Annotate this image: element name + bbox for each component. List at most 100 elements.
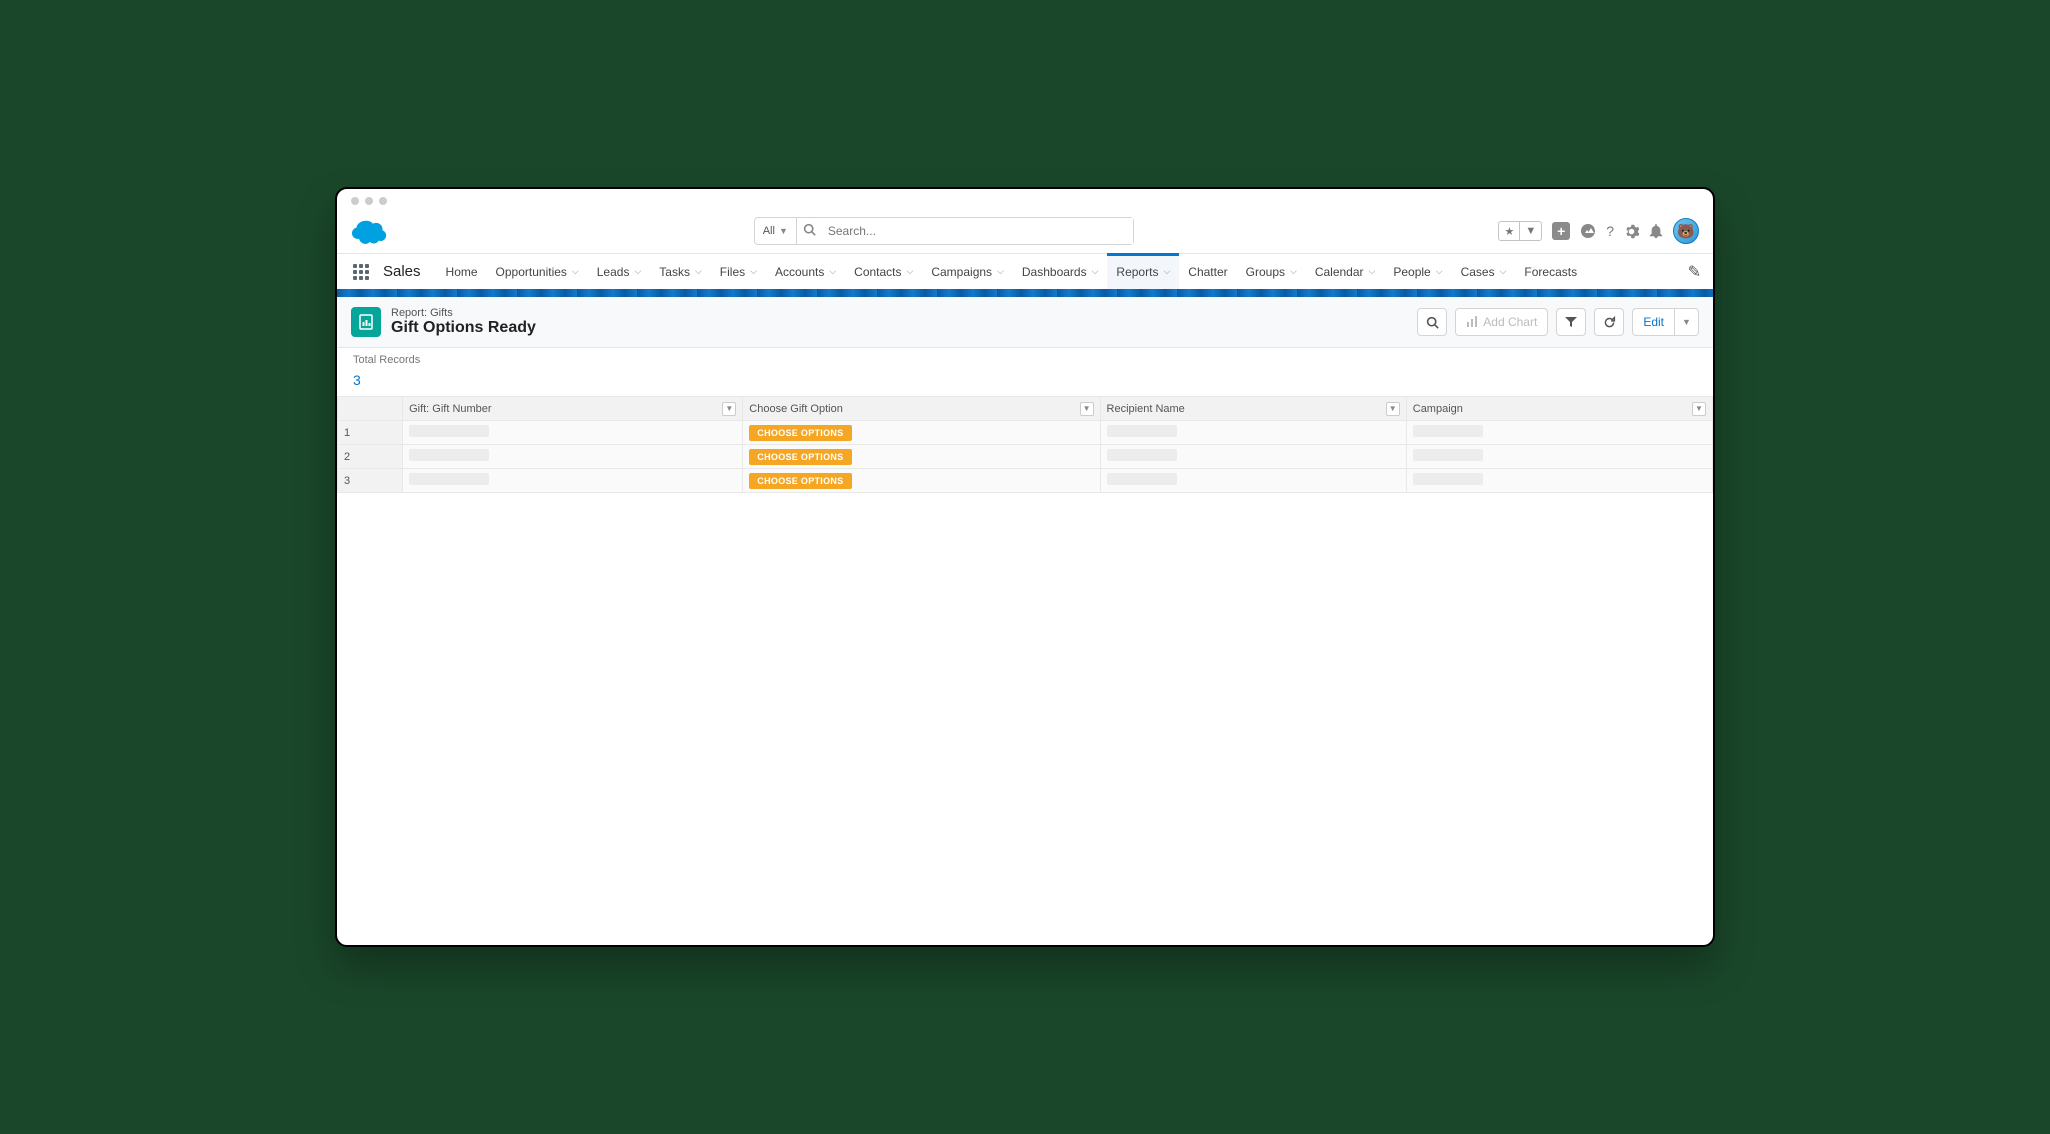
nav-label: Dashboards: [1022, 265, 1087, 279]
nav-tab-opportunities[interactable]: Opportunities⌵: [487, 254, 588, 289]
nav-tab-chatter[interactable]: Chatter: [1179, 254, 1236, 289]
nav-label: Accounts: [775, 265, 824, 279]
add-chart-label: Add Chart: [1483, 315, 1537, 329]
edit-nav-pencil-icon[interactable]: ✎: [1688, 262, 1705, 282]
nav-label: Reports: [1116, 265, 1158, 279]
column-header[interactable]: Recipient Name ▼: [1100, 397, 1406, 421]
nav-label: Groups: [1246, 265, 1285, 279]
edit-menu-button[interactable]: ▼: [1675, 308, 1699, 336]
chevron-down-icon: ⌵: [907, 266, 914, 277]
nav-tab-groups[interactable]: Groups⌵: [1237, 254, 1306, 289]
column-header[interactable]: Choose Gift Option ▼: [743, 397, 1100, 421]
cell-gift-number: [403, 421, 743, 445]
chevron-down-icon: ⌵: [695, 266, 702, 277]
cell-recipient: [1100, 469, 1406, 493]
user-avatar[interactable]: 🐻: [1673, 218, 1699, 244]
nav-tab-cases[interactable]: Cases⌵: [1452, 254, 1516, 289]
salesforce-logo[interactable]: [351, 218, 389, 244]
trailhead-icon[interactable]: [1580, 223, 1596, 239]
choose-options-button[interactable]: CHOOSE OPTIONS: [749, 425, 851, 441]
table-row: 3CHOOSE OPTIONS: [338, 469, 1713, 493]
placeholder: [1107, 473, 1177, 485]
nav-bar: Sales HomeOpportunities⌵Leads⌵Tasks⌵File…: [337, 253, 1713, 289]
nav-tab-campaigns[interactable]: Campaigns ⌵: [922, 254, 1013, 289]
global-add-button[interactable]: +: [1552, 222, 1570, 240]
cell-campaign: [1406, 469, 1712, 493]
global-search: All ▼: [754, 217, 1134, 245]
nav-label: Calendar: [1315, 265, 1364, 279]
page-type: Report: Gifts: [391, 307, 1417, 319]
column-menu-button[interactable]: ▼: [722, 402, 736, 416]
nav-label: Forecasts: [1524, 265, 1577, 279]
placeholder: [409, 449, 489, 461]
search-icon: [797, 223, 822, 239]
choose-options-button[interactable]: CHOOSE OPTIONS: [749, 449, 851, 465]
column-label: Choose Gift Option: [749, 403, 843, 415]
nav-label: Campaigns: [931, 265, 992, 279]
window-close-dot[interactable]: [351, 197, 359, 205]
edit-button[interactable]: Edit: [1632, 308, 1675, 336]
notifications-bell-icon[interactable]: [1649, 224, 1663, 238]
cell-campaign: [1406, 421, 1712, 445]
favorites-button[interactable]: ★▼: [1498, 221, 1542, 241]
column-label: Recipient Name: [1107, 403, 1185, 415]
nav-tab-accounts[interactable]: Accounts ⌵: [766, 254, 845, 289]
chevron-down-icon: ⌵: [1163, 266, 1170, 277]
search-container: All ▼: [403, 217, 1484, 245]
nav-label: Leads: [597, 265, 630, 279]
row-number: 1: [338, 421, 403, 445]
nav-label: Chatter: [1188, 265, 1227, 279]
column-header[interactable]: Campaign ▼: [1406, 397, 1712, 421]
column-label: Campaign: [1413, 403, 1463, 415]
window-min-dot[interactable]: [365, 197, 373, 205]
nav-tab-calendar[interactable]: Calendar⌵: [1306, 254, 1385, 289]
placeholder: [1107, 425, 1177, 437]
column-menu-button[interactable]: ▼: [1080, 402, 1094, 416]
nav-tab-dashboards[interactable]: Dashboards⌵: [1013, 254, 1108, 289]
cell-choose-option: CHOOSE OPTIONS: [743, 469, 1100, 493]
nav-tab-reports[interactable]: Reports ⌵: [1107, 254, 1179, 289]
choose-options-button[interactable]: CHOOSE OPTIONS: [749, 473, 851, 489]
report-table: Gift: Gift Number▼Choose Gift Option▼Rec…: [337, 396, 1713, 493]
page-titles: Report: Gifts Gift Options Ready: [391, 307, 1417, 337]
app-launcher-icon[interactable]: [345, 264, 377, 280]
column-header[interactable]: Gift: Gift Number▼: [403, 397, 743, 421]
nav-tab-forecasts[interactable]: Forecasts: [1515, 254, 1586, 289]
page-actions: Add Chart Edit ▼: [1417, 308, 1699, 336]
app-window: All ▼ ★▼ + ? 🐻 Sales HomeOpportunities⌵L…: [335, 187, 1715, 947]
cell-recipient: [1100, 421, 1406, 445]
add-chart-button[interactable]: Add Chart: [1455, 308, 1548, 336]
placeholder: [409, 425, 489, 437]
app-name: Sales: [379, 263, 435, 280]
column-menu-button[interactable]: ▼: [1386, 402, 1400, 416]
filter-button[interactable]: [1556, 308, 1586, 336]
report-icon: [351, 307, 381, 337]
page-header: Report: Gifts Gift Options Ready Add Cha…: [337, 297, 1713, 348]
global-header: All ▼ ★▼ + ? 🐻: [337, 213, 1713, 253]
column-menu-button[interactable]: ▼: [1692, 402, 1706, 416]
nav-label: Files: [720, 265, 745, 279]
nav-tab-people[interactable]: People⌵: [1384, 254, 1451, 289]
caret-down-icon: ▼: [779, 226, 788, 236]
search-report-button[interactable]: [1417, 308, 1447, 336]
nav-tab-contacts[interactable]: Contacts⌵: [845, 254, 922, 289]
nav-label: Cases: [1461, 265, 1495, 279]
cell-gift-number: [403, 469, 743, 493]
nav-tab-files[interactable]: Files⌵: [711, 254, 766, 289]
header-actions: ★▼ + ? 🐻: [1498, 218, 1699, 244]
caret-down-icon: ▼: [1520, 222, 1541, 240]
chevron-down-icon: ⌵: [829, 266, 836, 277]
row-number-header: [338, 397, 403, 421]
refresh-button[interactable]: [1594, 308, 1624, 336]
window-max-dot[interactable]: [379, 197, 387, 205]
nav-tab-leads[interactable]: Leads⌵: [588, 254, 651, 289]
nav-tab-home[interactable]: Home: [437, 254, 487, 289]
search-scope-dropdown[interactable]: All ▼: [755, 218, 797, 244]
help-icon[interactable]: ?: [1606, 223, 1614, 239]
page-title: Gift Options Ready: [391, 319, 1417, 337]
search-input[interactable]: [822, 218, 1133, 244]
setup-gear-icon[interactable]: [1624, 224, 1639, 239]
chevron-down-icon: ⌵: [997, 266, 1004, 277]
caret-down-icon: ▼: [1682, 317, 1691, 327]
nav-tab-tasks[interactable]: Tasks⌵: [650, 254, 711, 289]
